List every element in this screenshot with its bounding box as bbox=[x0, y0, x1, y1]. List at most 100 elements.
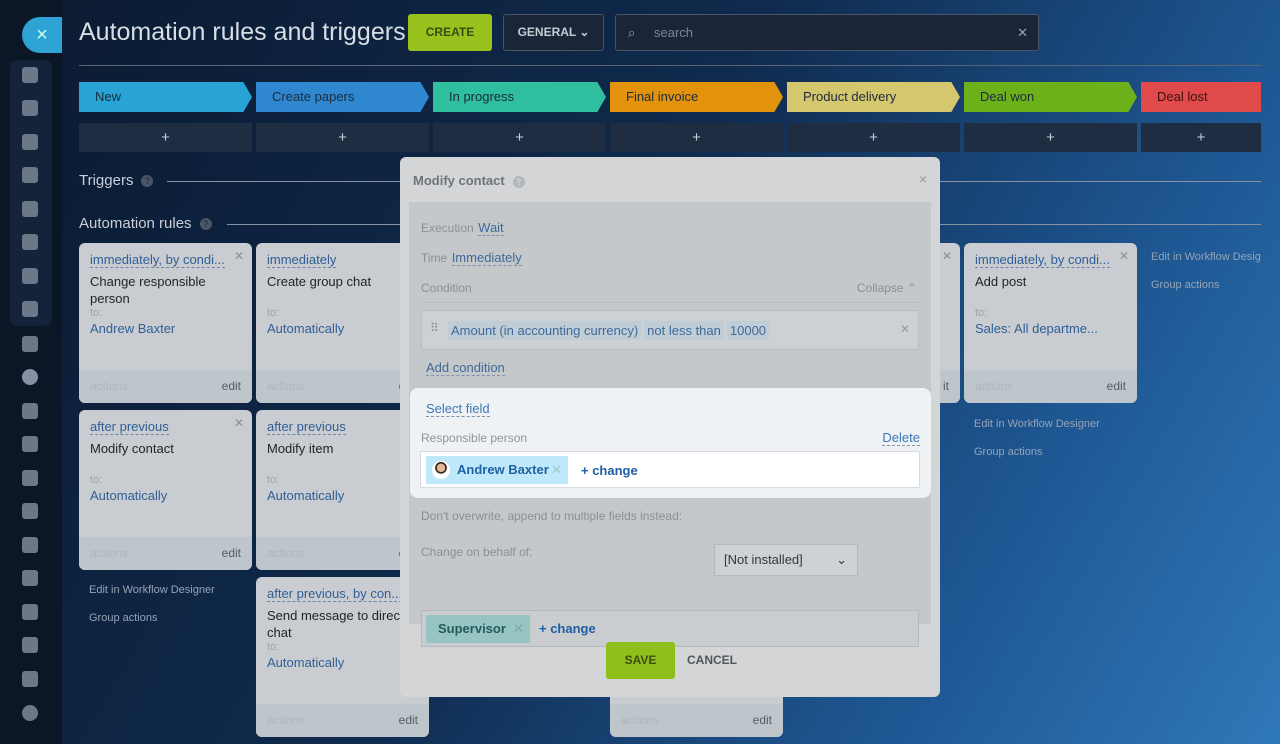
stage-deal-lost[interactable]: Deal lost bbox=[1141, 82, 1261, 112]
to-label: to: bbox=[975, 307, 988, 319]
stage-create-papers[interactable]: Create papers bbox=[256, 82, 429, 112]
help-icon[interactable]: ? bbox=[141, 175, 154, 188]
execution-value[interactable]: Wait bbox=[478, 220, 504, 236]
edit-link[interactable]: edit bbox=[222, 537, 241, 570]
add-rule-button[interactable]: + bbox=[256, 123, 429, 152]
sidebar-icon-sign[interactable] bbox=[22, 537, 38, 553]
rule-card[interactable]: immediately, by condi... ✕ Add post to: S… bbox=[964, 243, 1137, 403]
help-icon[interactable]: ? bbox=[512, 175, 525, 188]
condition-operator[interactable]: not less than bbox=[644, 321, 724, 340]
close-icon[interactable]: ✕ bbox=[234, 416, 244, 430]
sidebar-icon-crm[interactable] bbox=[22, 369, 38, 385]
responsible-person-input[interactable]: Andrew Baxter ✕ + change bbox=[420, 451, 920, 488]
remove-condition-icon[interactable]: ✕ bbox=[900, 322, 910, 336]
rule-target[interactable]: Automatically bbox=[267, 655, 344, 670]
rule-trigger[interactable]: immediately, by condi... bbox=[90, 252, 225, 268]
avatar bbox=[432, 461, 450, 479]
edit-link[interactable]: edit bbox=[222, 370, 241, 403]
rule-card[interactable]: after previous ✕ Modify contact to: Autom… bbox=[79, 410, 252, 570]
sidebar-icon-contacts[interactable] bbox=[22, 604, 38, 620]
rule-target[interactable]: Automatically bbox=[267, 321, 344, 336]
add-rule-button[interactable]: + bbox=[79, 123, 252, 152]
change-link[interactable]: + change bbox=[539, 621, 596, 636]
add-rule-button[interactable]: + bbox=[787, 123, 960, 152]
close-icon[interactable]: ✕ bbox=[234, 249, 244, 263]
delete-link[interactable]: Delete bbox=[882, 430, 920, 446]
sidebar-icon-forms[interactable] bbox=[22, 503, 38, 519]
rule-trigger[interactable]: after previous bbox=[90, 419, 169, 435]
rule-trigger[interactable]: after previous, by con... bbox=[267, 586, 403, 602]
edit-link[interactable]: edit bbox=[399, 704, 418, 737]
change-link[interactable]: + change bbox=[581, 463, 638, 478]
rule-target[interactable]: Andrew Baxter bbox=[90, 321, 175, 336]
create-button[interactable]: CREATE bbox=[408, 14, 492, 51]
sidebar-icon-groups[interactable] bbox=[22, 301, 38, 317]
rule-trigger[interactable]: immediately, by condi... bbox=[975, 252, 1110, 268]
sidebar-icon-feed[interactable] bbox=[22, 67, 38, 83]
edit-link[interactable]: edit bbox=[753, 704, 772, 737]
add-rule-button[interactable]: + bbox=[1141, 123, 1261, 152]
sidebar-icon-market[interactable] bbox=[22, 671, 38, 687]
rule-trigger[interactable]: immediately bbox=[267, 252, 337, 268]
search-input[interactable]: ⌕ search ✕ bbox=[615, 14, 1039, 51]
sidebar-icon-checklist[interactable] bbox=[22, 336, 38, 352]
cancel-button[interactable]: CANCEL bbox=[687, 642, 737, 679]
dialog-title: Modify contact? bbox=[413, 173, 525, 188]
stage-deal-won[interactable]: Deal won bbox=[964, 82, 1137, 112]
sidebar-icon-documents[interactable] bbox=[22, 201, 38, 217]
sidebar-icon-calendar[interactable] bbox=[22, 167, 38, 183]
sidebar-icon-drive[interactable] bbox=[22, 234, 38, 250]
add-rule-button[interactable]: + bbox=[964, 123, 1137, 152]
stage-new[interactable]: New bbox=[79, 82, 252, 112]
rule-trigger[interactable]: after previous bbox=[267, 419, 346, 435]
time-value[interactable]: Immediately bbox=[451, 250, 522, 266]
save-button[interactable]: SAVE bbox=[606, 642, 675, 679]
clear-search-icon[interactable]: ✕ bbox=[1017, 15, 1028, 50]
edit-workflow-designer-link[interactable]: Edit in Workflow Designer bbox=[974, 418, 1100, 430]
user-name: Andrew Baxter bbox=[457, 462, 549, 477]
sidebar-icon-robot[interactable] bbox=[22, 637, 38, 653]
select-field-link[interactable]: Select field bbox=[426, 401, 490, 417]
group-actions-link[interactable]: Group actions bbox=[1151, 279, 1219, 291]
sidebar-icon-mail[interactable] bbox=[22, 268, 38, 284]
rule-target[interactable]: Sales: All departme... bbox=[975, 321, 1098, 336]
group-actions-link[interactable]: Group actions bbox=[974, 446, 1042, 458]
drag-handle-icon[interactable]: ⠿ bbox=[430, 321, 439, 335]
edit-workflow-designer-link[interactable]: Edit in Workflow Designer bbox=[89, 584, 215, 596]
sidebar-icon-chat[interactable] bbox=[22, 134, 38, 150]
stage-final-invoice[interactable]: Final invoice bbox=[610, 82, 783, 112]
close-icon[interactable]: ✕ bbox=[1119, 249, 1129, 263]
add-rule-button[interactable]: + bbox=[433, 123, 606, 152]
help-icon[interactable]: ? bbox=[199, 218, 212, 231]
add-condition-link[interactable]: Add condition bbox=[426, 360, 505, 376]
sidebar-icon-target[interactable] bbox=[22, 436, 38, 452]
add-rule-button[interactable]: + bbox=[610, 123, 783, 152]
sidebar-icon-tasks[interactable] bbox=[22, 100, 38, 116]
sidebar-icon-more[interactable] bbox=[22, 705, 38, 721]
general-dropdown[interactable]: GENERAL ⌄ bbox=[503, 14, 604, 51]
general-label: GENERAL bbox=[517, 25, 577, 39]
condition-value[interactable]: 10000 bbox=[726, 321, 770, 340]
edit-workflow-designer-link[interactable]: Edit in Workflow Desig bbox=[1151, 251, 1261, 263]
stage-in-progress[interactable]: In progress bbox=[433, 82, 606, 112]
sidebar-icon-sites[interactable] bbox=[22, 403, 38, 419]
rule-target[interactable]: Automatically bbox=[267, 488, 344, 503]
actions-label: actions bbox=[975, 379, 1014, 393]
rule-card[interactable]: immediately, by condi... ✕ Change respons… bbox=[79, 243, 252, 403]
edit-link[interactable]: it bbox=[943, 370, 949, 403]
stage-product-delivery[interactable]: Product delivery bbox=[787, 82, 960, 112]
condition-field[interactable]: Amount (in accounting currency) bbox=[448, 321, 642, 340]
append-select[interactable]: [Not installed] ⌄ bbox=[714, 544, 858, 576]
remove-icon[interactable]: ✕ bbox=[513, 615, 524, 643]
close-icon[interactable]: ✕ bbox=[942, 249, 952, 263]
group-actions-link[interactable]: Group actions bbox=[89, 612, 157, 624]
remove-icon[interactable]: ✕ bbox=[551, 456, 562, 484]
sidebar-icon-cart[interactable] bbox=[22, 470, 38, 486]
collapse-toggle[interactable]: Collapse ⌃ bbox=[857, 281, 917, 295]
actions-label: actions bbox=[621, 713, 660, 727]
close-icon[interactable]: × bbox=[919, 171, 927, 187]
rule-target[interactable]: Automatically bbox=[90, 488, 167, 503]
sidebar-icon-analytics[interactable] bbox=[22, 570, 38, 586]
edit-link[interactable]: edit bbox=[1107, 370, 1126, 403]
close-slider-button[interactable]: × bbox=[22, 17, 62, 53]
